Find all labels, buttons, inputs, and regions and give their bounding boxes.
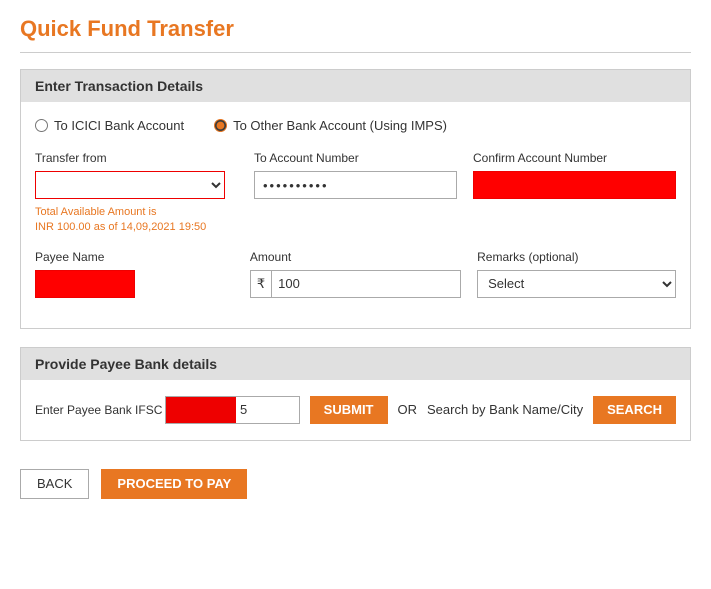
amount-symbol: ₹ — [251, 271, 272, 297]
radio-other-label: To Other Bank Account (Using IMPS) — [233, 118, 447, 133]
divider — [20, 52, 691, 53]
remarks-select[interactable]: Select — [477, 270, 676, 298]
radio-icici-input[interactable] — [35, 119, 48, 132]
remarks-group: Remarks (optional) Select — [477, 250, 676, 298]
page-title: Quick Fund Transfer — [20, 16, 691, 42]
transfer-from-group: Transfer from Total Available Amount is … — [35, 151, 238, 236]
amount-label: Amount — [250, 250, 461, 264]
transfer-from-select[interactable] — [35, 171, 225, 199]
ifsc-label: Enter Payee Bank IFSC Code* — [35, 403, 155, 417]
remarks-label: Remarks (optional) — [477, 250, 676, 264]
or-text: OR — [398, 402, 418, 417]
account-number-input[interactable] — [254, 171, 457, 199]
payee-bank-row: Enter Payee Bank IFSC Code* 5 SUBMIT OR … — [35, 396, 676, 424]
payee-name-input[interactable] — [35, 270, 135, 298]
radio-icici[interactable]: To ICICI Bank Account — [35, 118, 184, 133]
ifsc-input-wrapper: 5 — [165, 396, 300, 424]
payee-bank-section-header: Provide Payee Bank details — [21, 348, 690, 380]
radio-other-input[interactable] — [214, 119, 227, 132]
amount-input[interactable] — [272, 271, 460, 297]
transfer-from-label: Transfer from — [35, 151, 238, 165]
radio-other[interactable]: To Other Bank Account (Using IMPS) — [214, 118, 447, 133]
payee-name-group: Payee Name — [35, 250, 234, 298]
submit-button[interactable]: SUBMIT — [310, 396, 388, 424]
confirm-account-input[interactable] — [473, 171, 676, 199]
account-number-label: To Account Number — [254, 151, 457, 165]
amount-input-wrapper: ₹ — [250, 270, 461, 298]
confirm-account-group: Confirm Account Number — [473, 151, 676, 199]
payee-name-label: Payee Name — [35, 250, 234, 264]
footer-buttons: BACK PROCEED TO PAY — [20, 459, 691, 505]
transaction-section-header: Enter Transaction Details — [21, 70, 690, 102]
ifsc-red-fill — [166, 397, 236, 423]
transaction-section: Enter Transaction Details To ICICI Bank … — [20, 69, 691, 329]
search-button[interactable]: SEARCH — [593, 396, 676, 424]
search-by-label: Search by Bank Name/City — [427, 402, 583, 417]
ifsc-text-suffix: 5 — [236, 402, 251, 417]
amount-group: Amount ₹ — [250, 250, 461, 298]
radio-icici-label: To ICICI Bank Account — [54, 118, 184, 133]
confirm-account-label: Confirm Account Number — [473, 151, 676, 165]
payee-bank-section: Provide Payee Bank details Enter Payee B… — [20, 347, 691, 441]
account-number-group: To Account Number — [254, 151, 457, 199]
transfer-type-radio-group: To ICICI Bank Account To Other Bank Acco… — [35, 118, 676, 133]
available-amount: Total Available Amount is INR 100.00 as … — [35, 205, 238, 236]
form-row-2: Payee Name Amount ₹ Remarks (optional) S… — [35, 250, 676, 298]
proceed-button[interactable]: PROCEED TO PAY — [101, 469, 247, 499]
back-button[interactable]: BACK — [20, 469, 89, 499]
form-row-1: Transfer from Total Available Amount is … — [35, 151, 676, 236]
